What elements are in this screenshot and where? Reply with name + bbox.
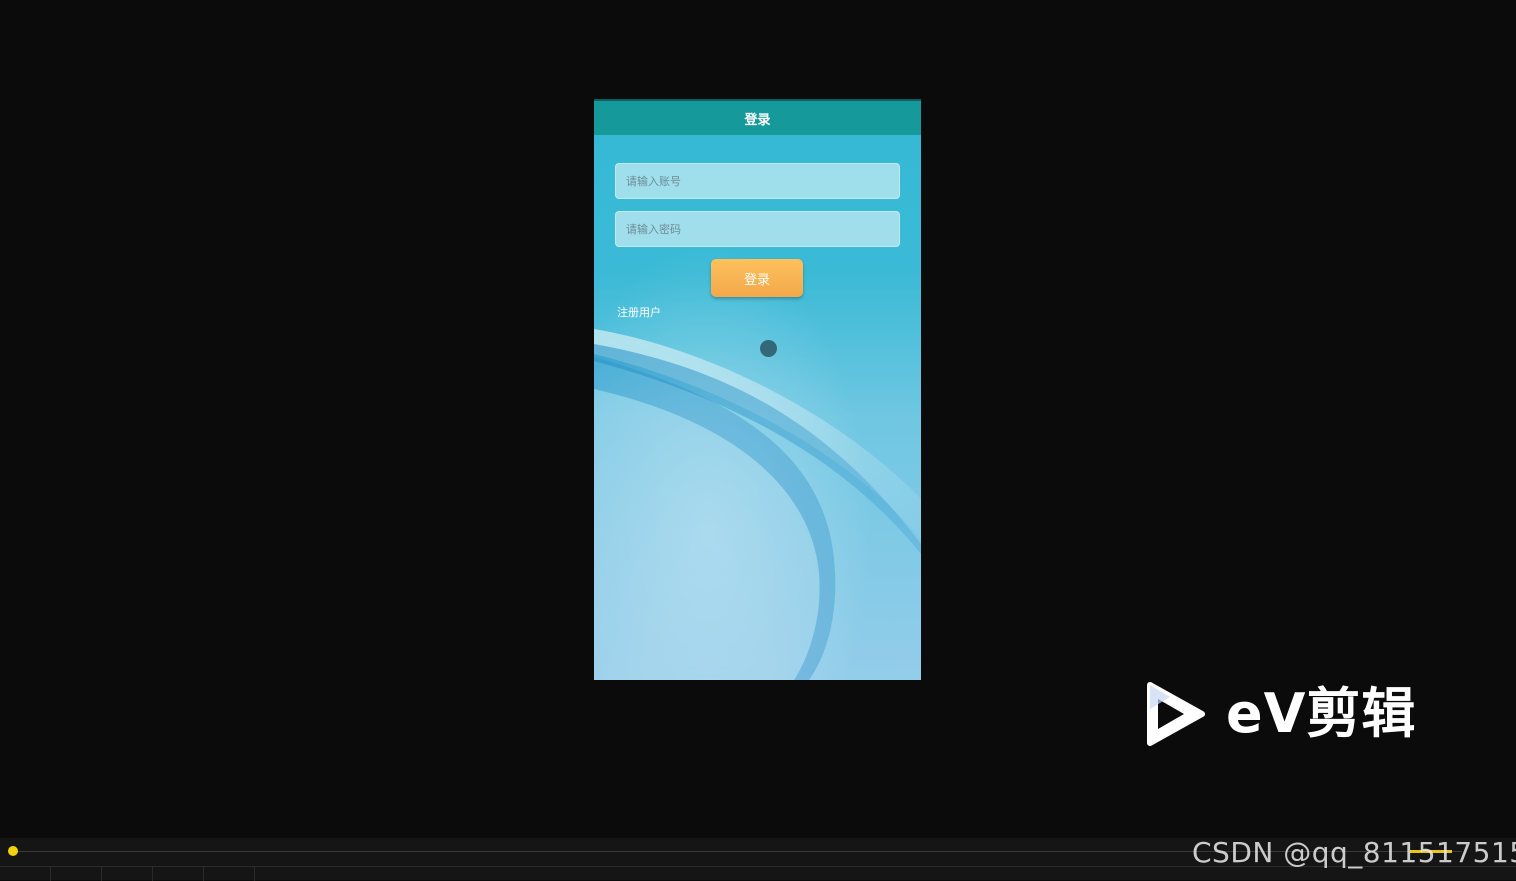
password-placeholder: 请输入密码 (626, 223, 681, 236)
editor-brand-text: eV剪辑 (1226, 682, 1417, 745)
login-button[interactable]: 登录 (711, 259, 803, 297)
progress-handle[interactable] (8, 846, 18, 856)
csdn-watermark: CSDN @qq_811517515 (1192, 836, 1516, 869)
page-title: 登录 (744, 112, 771, 128)
control-slot[interactable] (102, 867, 153, 881)
control-slot[interactable] (51, 867, 102, 881)
video-stage: 登录 请输入账号 请输入密码 登录 注册用户 eV剪辑 (0, 0, 1516, 816)
ev-editor-watermark: eV剪辑 (1144, 678, 1444, 750)
register-link[interactable]: 注册用户 (617, 304, 661, 320)
play-logo-icon (1147, 682, 1205, 746)
control-slot[interactable] (204, 867, 255, 881)
phone-screen: 登录 请输入账号 请输入密码 登录 注册用户 (594, 99, 921, 680)
touch-cursor (760, 340, 777, 357)
account-input[interactable]: 请输入账号 (615, 163, 900, 199)
app-title-bar: 登录 (594, 99, 921, 135)
password-input[interactable]: 请输入密码 (615, 211, 900, 247)
control-slot[interactable] (0, 867, 51, 881)
account-placeholder: 请输入账号 (626, 175, 681, 188)
control-slot[interactable] (153, 867, 204, 881)
